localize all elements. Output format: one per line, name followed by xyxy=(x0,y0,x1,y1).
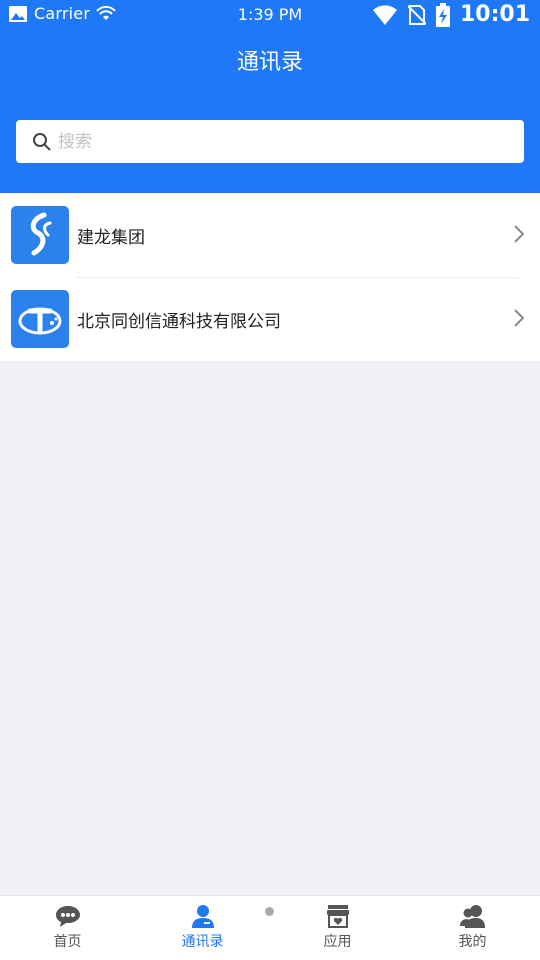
tab-label: 首页 xyxy=(53,934,82,950)
tab-apps[interactable]: 应用 xyxy=(270,896,405,960)
company-list: 建龙集团 北京同创信通科技有限公司 xyxy=(0,193,540,361)
no-sim-icon xyxy=(407,4,426,25)
search-icon xyxy=(33,132,51,151)
battery-charging-icon xyxy=(435,2,450,27)
status-bar: Carrier 1:39 PM 10:01 xyxy=(0,0,540,30)
wifi-signal-icon xyxy=(372,4,397,25)
header: Carrier 1:39 PM 10:01 通讯录 xyxy=(0,0,540,193)
tab-label: 通讯录 xyxy=(181,934,224,950)
chevron-right-icon xyxy=(514,309,524,327)
tab-me[interactable]: 我的 xyxy=(405,896,540,960)
status-clock: 10:01 xyxy=(459,2,530,27)
tab-bar: 首页 通讯录 应用 我的 xyxy=(0,895,540,960)
tongchuang-logo-icon xyxy=(11,290,69,348)
tab-home[interactable]: 首页 xyxy=(0,896,135,960)
jianlong-logo-icon xyxy=(11,206,69,264)
contact-person-icon xyxy=(191,905,214,928)
tab-label: 我的 xyxy=(458,934,487,950)
list-item[interactable]: 建龙集团 xyxy=(0,193,540,277)
indicator-dot xyxy=(265,907,274,916)
company-name: 北京同创信通科技有限公司 xyxy=(77,311,281,332)
search-bar[interactable] xyxy=(16,120,524,163)
list-item[interactable]: 北京同创信通科技有限公司 xyxy=(0,277,540,361)
store-icon xyxy=(326,905,349,928)
search-input[interactable] xyxy=(58,131,478,152)
chat-bubble-icon xyxy=(55,906,80,927)
status-right: 10:01 xyxy=(372,2,530,27)
tab-contacts[interactable]: 通讯录 xyxy=(135,896,270,960)
page-title: 通讯录 xyxy=(236,50,303,75)
company-name: 建龙集团 xyxy=(77,227,145,248)
tab-label: 应用 xyxy=(323,934,352,950)
chevron-right-icon xyxy=(514,225,524,243)
users-icon xyxy=(459,905,485,928)
